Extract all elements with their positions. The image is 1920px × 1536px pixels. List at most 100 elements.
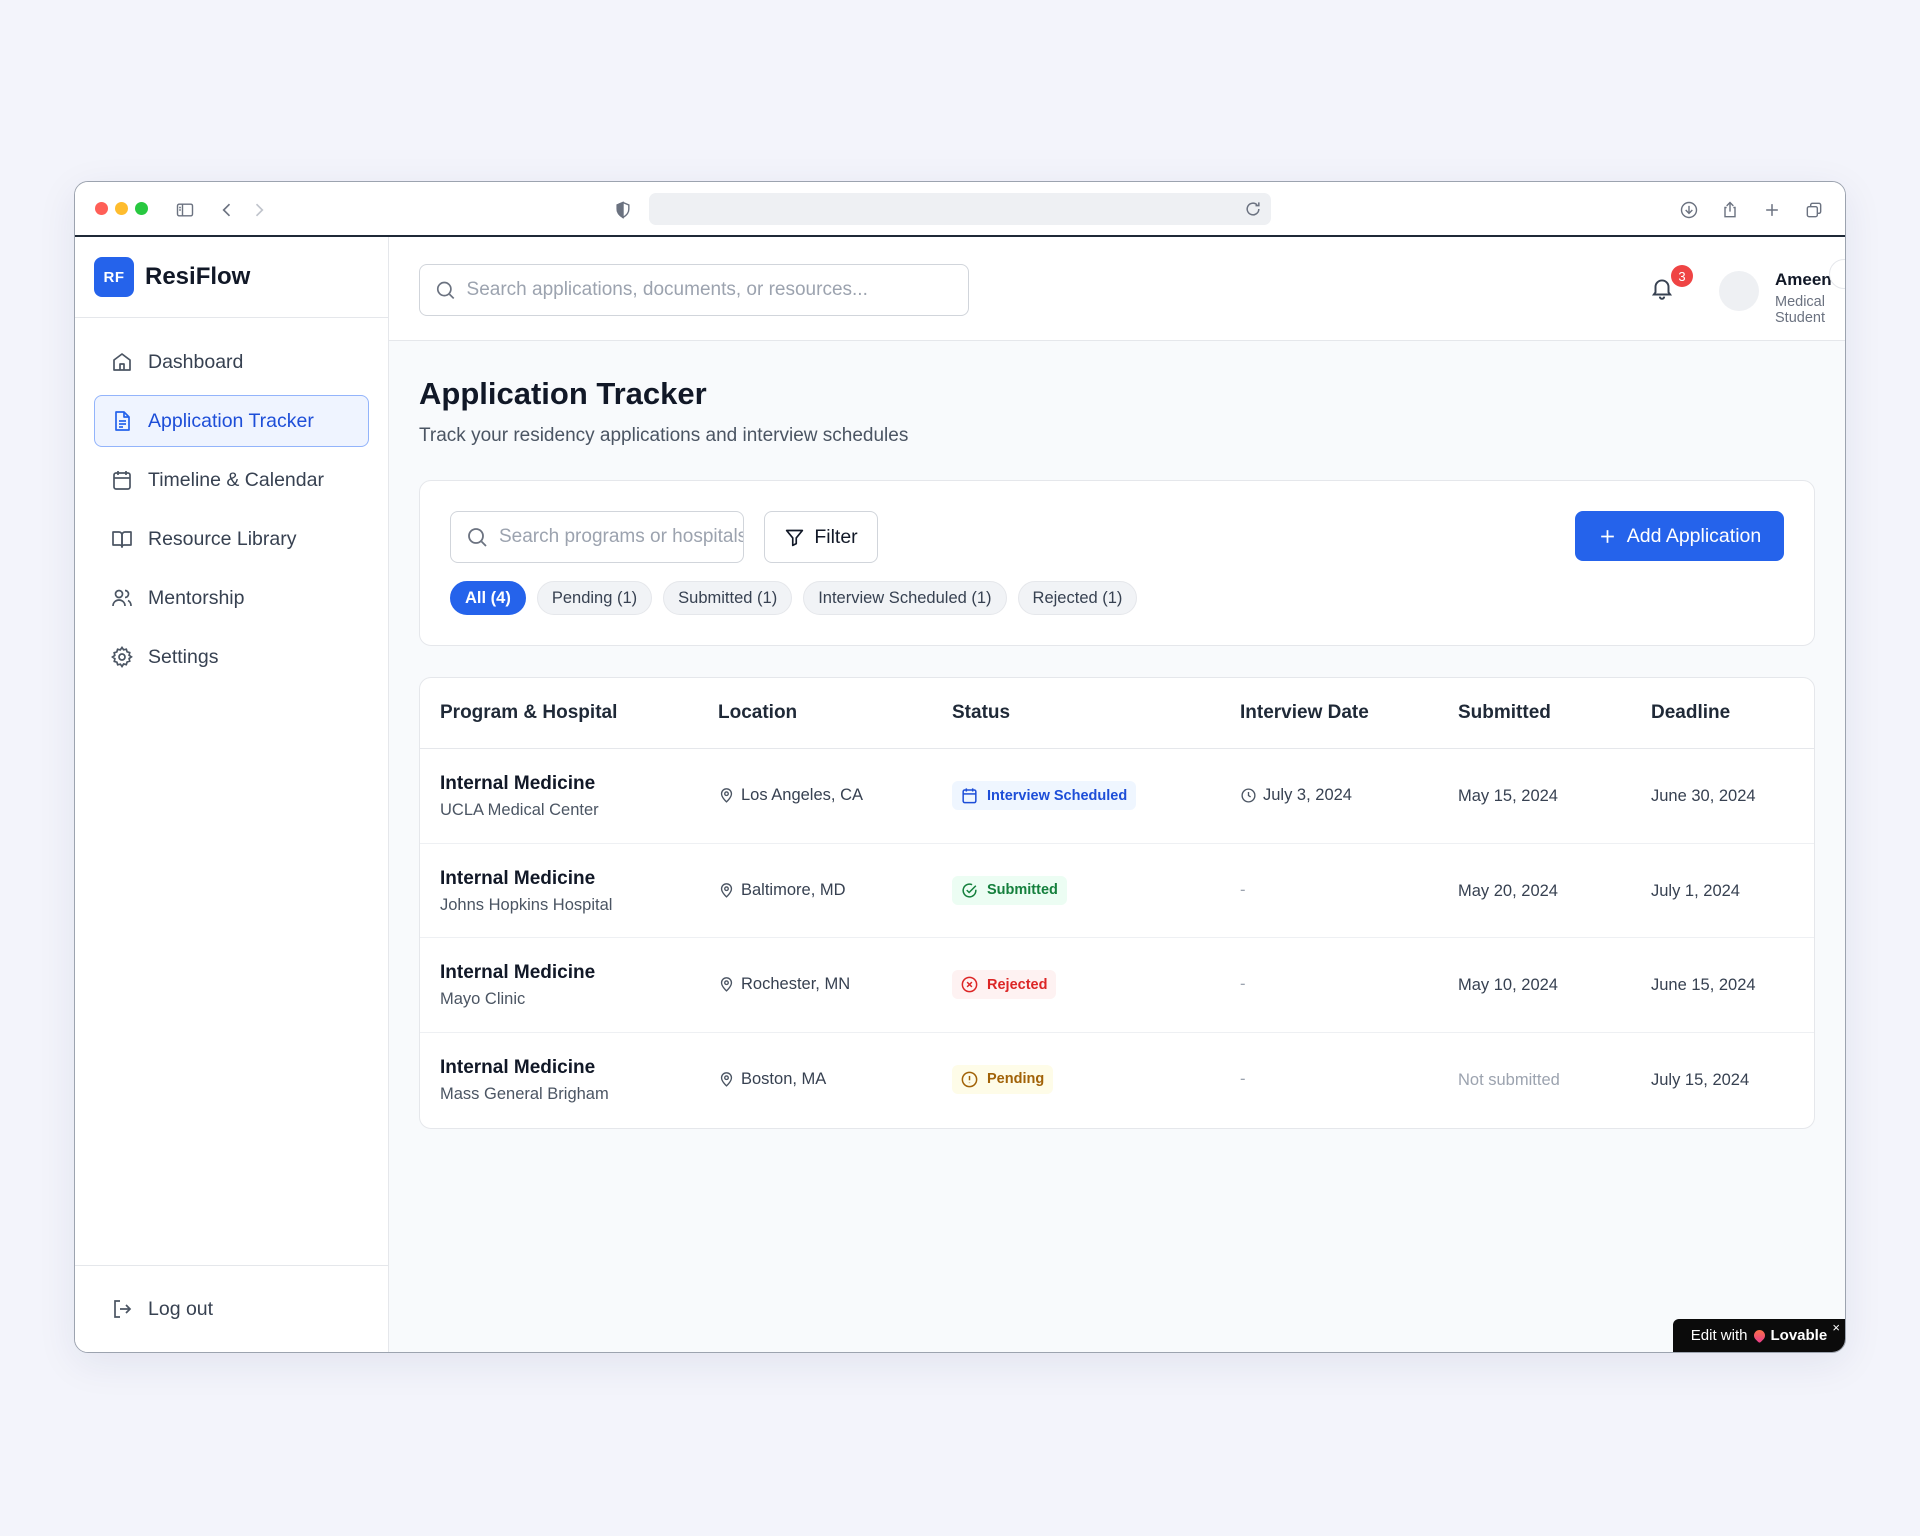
clock-icon	[1241, 788, 1256, 803]
calendar-icon	[962, 788, 977, 804]
interview-date-cell: -	[1240, 881, 1246, 900]
sidebar-item-label: Resource Library	[148, 527, 297, 550]
sidebar-item-settings[interactable]: Settings	[94, 631, 369, 683]
program-search[interactable]	[450, 511, 744, 563]
table-row[interactable]: Internal Medicine Mass General Brigham B…	[420, 1033, 1814, 1128]
status-filter-chips: All (4) Pending (1) Submitted (1) Interv…	[450, 581, 1138, 615]
hospital-name: Mayo Clinic	[440, 990, 526, 1008]
sidebar-item-label: Timeline & Calendar	[148, 468, 324, 491]
column-header[interactable]: Deadline	[1651, 702, 1730, 724]
sidebar-item-application-tracker[interactable]: Application Tracker	[94, 395, 369, 447]
status-badge: Interview Scheduled	[952, 781, 1137, 810]
location-cell: Baltimore, MD	[718, 881, 846, 900]
brand[interactable]: RF ResiFlow	[75, 237, 388, 318]
minimize-window-button[interactable]	[115, 202, 128, 215]
map-pin-icon	[720, 788, 733, 803]
x-circle-icon	[961, 976, 978, 993]
program-name: Internal Medicine	[440, 867, 596, 889]
badge-prefix: Edit with	[1690, 1327, 1748, 1344]
interview-date: -	[1240, 1069, 1246, 1088]
download-icon[interactable]	[1675, 196, 1703, 224]
address-bar[interactable]	[649, 193, 1271, 225]
window-controls	[95, 202, 148, 215]
interview-date-cell: -	[1240, 975, 1246, 994]
forward-icon[interactable]	[245, 196, 273, 224]
notification-count-badge: 3	[1671, 265, 1693, 287]
chip-submitted[interactable]: Submitted (1)	[663, 581, 793, 615]
edit-with-lovable-badge[interactable]: Edit with Lovable ×	[1673, 1319, 1845, 1352]
program-search-input[interactable]	[499, 526, 743, 548]
sidebar-toggle-icon[interactable]	[171, 196, 199, 224]
global-search[interactable]	[419, 264, 969, 316]
check-circle-icon	[962, 882, 977, 898]
table-row[interactable]: Internal Medicine Johns Hopkins Hospital…	[420, 844, 1814, 938]
status-text: Interview Scheduled	[987, 787, 1128, 804]
calendar-icon	[113, 471, 131, 490]
add-application-button[interactable]: Add Application	[1575, 511, 1784, 561]
add-application-label: Add Application	[1626, 524, 1762, 547]
tabs-overview-icon[interactable]	[1800, 196, 1828, 224]
column-header[interactable]: Submitted	[1458, 702, 1551, 724]
column-header[interactable]: Program & Hospital	[440, 702, 617, 724]
status-badge: Submitted	[952, 875, 1067, 905]
back-icon[interactable]	[213, 196, 241, 224]
hospital-name: UCLA Medical Center	[440, 801, 599, 819]
privacy-shield-icon[interactable]	[609, 196, 637, 224]
users-icon	[112, 589, 132, 607]
sidebar-item-resource-library[interactable]: Resource Library	[94, 513, 369, 565]
chip-interview-scheduled[interactable]: Interview Scheduled (1)	[803, 581, 1007, 615]
sidebar-footer: Log out	[75, 1265, 388, 1352]
top-bar: 3 Ameen Medical Student	[389, 237, 1845, 341]
hospital-name: Johns Hopkins Hospital	[440, 895, 613, 914]
logout-label: Log out	[148, 1297, 214, 1320]
sidebar-item-label: Dashboard	[148, 350, 244, 373]
share-icon[interactable]	[1716, 196, 1744, 224]
sidebar-item-timeline[interactable]: Timeline & Calendar	[94, 454, 369, 506]
column-header[interactable]: Status	[952, 702, 1010, 724]
map-pin-icon	[720, 977, 733, 992]
submitted-date: May 15, 2024	[1458, 787, 1558, 805]
plus-icon	[1600, 529, 1614, 543]
sidebar-item-label: Mentorship	[148, 586, 245, 609]
column-header[interactable]: Location	[718, 702, 797, 724]
new-tab-icon[interactable]	[1758, 196, 1786, 224]
submitted-date: May 20, 2024	[1458, 881, 1558, 900]
status-text: Submitted	[987, 882, 1058, 898]
chip-rejected[interactable]: Rejected (1)	[1017, 581, 1138, 615]
table-row[interactable]: Internal Medicine Mayo Clinic Rochester,…	[420, 938, 1814, 1033]
location-text: Baltimore, MD	[741, 880, 846, 899]
sidebar-item-dashboard[interactable]: Dashboard	[94, 336, 369, 388]
status-badge: Rejected	[952, 970, 1057, 999]
location-cell: Rochester, MN	[718, 975, 850, 994]
zoom-window-button[interactable]	[135, 202, 148, 215]
user-name[interactable]: Ameen	[1775, 270, 1832, 290]
table-row[interactable]: Internal Medicine UCLA Medical Center Lo…	[420, 749, 1814, 844]
gear-icon	[111, 646, 133, 669]
sidebar-item-mentorship[interactable]: Mentorship	[94, 572, 369, 624]
badge-name: Lovable	[1770, 1327, 1828, 1344]
column-header[interactable]: Interview Date	[1240, 702, 1369, 724]
interview-date-cell: -	[1240, 1070, 1246, 1089]
filter-panel: Filter Add Application All (4) Pending (…	[419, 480, 1815, 646]
submitted-date: Not submitted	[1458, 1070, 1560, 1089]
global-search-input[interactable]	[466, 279, 968, 301]
main-content: Application Tracker Track your residency…	[389, 341, 1845, 1352]
close-window-button[interactable]	[95, 202, 108, 215]
browser-window: RF ResiFlow Dashboard Application Tracke…	[74, 181, 1846, 1353]
location-cell: Boston, MA	[718, 1070, 826, 1089]
program-name: Internal Medicine	[440, 962, 596, 983]
search-icon	[436, 281, 455, 300]
logout-button[interactable]: Log out	[94, 1283, 369, 1335]
reload-icon[interactable]	[1243, 199, 1263, 219]
location-text: Rochester, MN	[741, 975, 851, 993]
page-title: Application Tracker	[419, 376, 707, 411]
filter-button[interactable]: Filter	[764, 511, 878, 563]
chip-all[interactable]: All (4)	[450, 581, 526, 615]
avatar[interactable]	[1719, 271, 1759, 311]
close-icon[interactable]: ×	[1832, 1320, 1840, 1335]
interview-date: -	[1240, 880, 1246, 899]
brand-logo: RF	[94, 257, 134, 297]
sidebar-item-label: Settings	[148, 645, 219, 668]
filter-icon	[786, 529, 804, 546]
chip-pending[interactable]: Pending (1)	[536, 581, 653, 615]
